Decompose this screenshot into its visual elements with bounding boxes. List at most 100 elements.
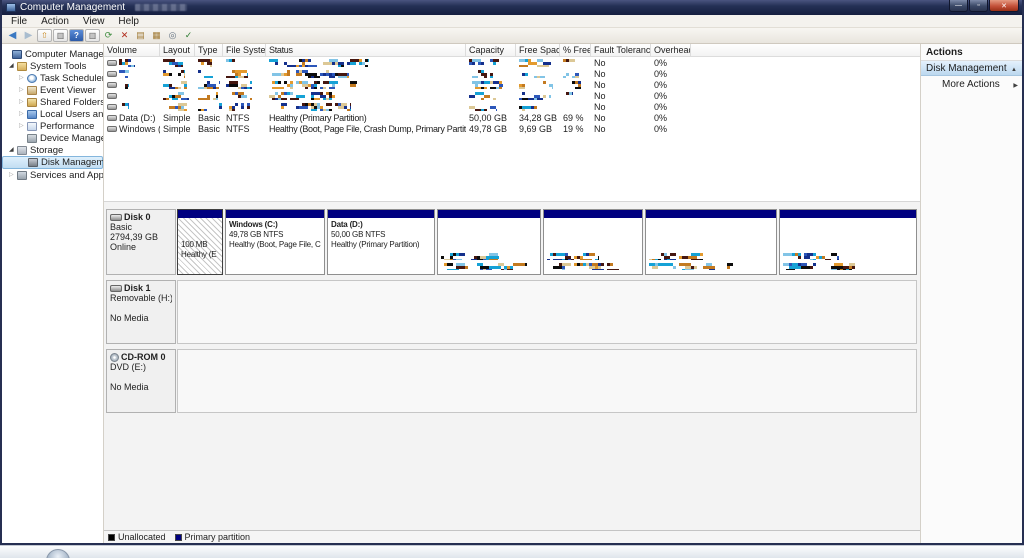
action-pane-toggle-icon[interactable]: ▥ — [85, 29, 100, 42]
percent-free-cell: 69 % — [563, 112, 584, 123]
redacted-pixels — [547, 263, 619, 270]
menu-item[interactable]: Help — [111, 16, 146, 27]
column-header[interactable]: Volume — [104, 44, 160, 56]
disk-name: Disk 0 — [124, 212, 151, 222]
disk-status: No Media — [110, 382, 149, 392]
more-actions-item[interactable]: More Actions — [921, 76, 1022, 93]
tree-expander-icon[interactable] — [19, 110, 27, 118]
layout-cell — [160, 91, 195, 100]
tree-item-shared-folders[interactable]: Shared Folders — [2, 96, 103, 108]
overhead-cell: 0% — [654, 57, 668, 68]
primary-partition-swatch — [174, 533, 182, 541]
percent-free-cell — [560, 91, 591, 100]
start-button[interactable] — [46, 549, 70, 558]
partition-name: Data (D:) — [331, 220, 363, 229]
disk-icon — [110, 284, 122, 292]
overhead-cell: 0% — [654, 79, 668, 90]
menu-item[interactable]: File — [4, 16, 34, 27]
volume-row[interactable]: No 0% — [104, 68, 920, 79]
tree-item-task-scheduler[interactable]: Task Scheduler — [2, 72, 103, 84]
column-header[interactable]: Type — [195, 44, 223, 56]
partition-name — [783, 220, 913, 230]
volume-row[interactable]: No 0% — [104, 90, 920, 101]
console-tree-toggle-icon[interactable]: ▥ — [53, 29, 68, 42]
redacted-pixels — [469, 103, 497, 111]
delete-icon[interactable]: ✕ — [117, 29, 132, 42]
open-folder-icon[interactable]: ▦ — [149, 29, 164, 42]
tree-item-device-manager[interactable]: Device Manager — [2, 132, 103, 144]
disk-label[interactable]: CD-ROM 0 DVD (E:) No Media — [106, 349, 176, 413]
disk-label[interactable]: Disk 0 Basic 2794,39 GB Online — [106, 209, 176, 275]
volume-name: Windows (C:) — [119, 123, 160, 134]
minimize-button[interactable]: — — [949, 0, 968, 12]
tree-expander-icon[interactable] — [9, 146, 17, 154]
redacted-pixels — [519, 103, 545, 111]
collapse-icon[interactable] — [1011, 63, 1017, 74]
volume-row[interactable]: No 0% — [104, 101, 920, 112]
column-header[interactable]: Fault Tolerance — [591, 44, 651, 56]
column-header[interactable]: Capacity — [466, 44, 516, 56]
tree-item-local-users-and-groups[interactable]: Local Users and Gr — [2, 108, 103, 120]
volume-icon — [107, 103, 117, 110]
disk-label[interactable]: Disk 1 Removable (H:) No Media — [106, 280, 176, 344]
column-header[interactable]: Overhead — [651, 44, 691, 56]
redacted-pixels — [269, 69, 349, 78]
column-header[interactable]: % Free — [560, 44, 591, 56]
submenu-arrow-icon[interactable] — [1013, 79, 1018, 90]
tree-expander-icon[interactable] — [9, 62, 17, 70]
computer-management-icon — [6, 3, 16, 12]
restore-button[interactable]: ▫ — [969, 0, 988, 12]
apply-icon[interactable]: ✓ — [181, 29, 196, 42]
actions-group-disk-management[interactable]: Disk Management — [921, 61, 1022, 76]
tree-expander-icon[interactable] — [19, 86, 27, 94]
back-icon[interactable]: ◀ — [5, 29, 20, 42]
tree-expander-icon[interactable] — [19, 74, 27, 82]
redacted-pixels — [226, 80, 252, 89]
system-tools-icon — [17, 61, 27, 71]
partition[interactable]: Data (D:) 50,00 GB NTFS Healthy (Primary… — [327, 209, 435, 275]
volume-row[interactable]: Data (D:) Simple Basic NTFS Healthy (Pri… — [104, 112, 920, 123]
partition[interactable] — [437, 209, 541, 275]
partition[interactable]: Windows (C:) 49,78 GB NTFS Healthy (Boot… — [225, 209, 325, 275]
export-list-icon[interactable]: ⇧ — [37, 29, 52, 42]
help-icon[interactable]: ? — [69, 29, 84, 42]
overhead-cell: 0% — [654, 68, 668, 79]
tree-expander-icon[interactable] — [19, 98, 27, 106]
volume-row[interactable]: No 0% — [104, 79, 920, 90]
column-header[interactable]: Layout — [160, 44, 195, 56]
device-manager-icon — [27, 133, 37, 143]
volume-cell — [104, 81, 160, 89]
properties-icon[interactable]: ▤ — [133, 29, 148, 42]
redacted-pixels — [563, 91, 573, 100]
volume-row[interactable]: No 0% — [104, 57, 920, 68]
file-system-cell — [223, 80, 266, 89]
column-header[interactable]: File System — [223, 44, 266, 56]
fault-tolerance-cell: No — [594, 68, 606, 79]
partition[interactable] — [645, 209, 777, 275]
refresh-icon[interactable]: ⟳ — [101, 29, 116, 42]
tree-item-event-viewer[interactable]: Event Viewer — [2, 84, 103, 96]
column-header[interactable]: Status — [266, 44, 466, 56]
find-icon[interactable]: ◎ — [165, 29, 180, 42]
volume-row[interactable]: Windows (C:) Simple Basic — [104, 123, 920, 134]
close-button[interactable]: ✕ — [989, 0, 1019, 12]
tree-item-performance[interactable]: Performance — [2, 120, 103, 132]
partition[interactable] — [779, 209, 917, 275]
overhead-cell: 0% — [654, 101, 668, 112]
tree-expander-icon[interactable] — [9, 171, 17, 179]
column-header[interactable]: Free Space — [516, 44, 560, 56]
partition[interactable]: 100 MB Healthy (E — [177, 209, 223, 275]
tree-item-storage[interactable]: Storage — [2, 144, 103, 156]
tree-item-computer-management[interactable]: Computer Management — [2, 48, 103, 60]
redacted-pixels — [226, 58, 236, 67]
partition[interactable] — [543, 209, 643, 275]
menu-item[interactable]: Action — [34, 16, 76, 27]
tree-item-disk-management[interactable]: Disk Management — [2, 156, 103, 169]
menu-item[interactable]: View — [76, 16, 112, 27]
forward-icon[interactable]: ▶ — [21, 29, 36, 42]
tree-item-system-tools[interactable]: System Tools — [2, 60, 103, 72]
legend-bar: Unallocated Primary partition — [104, 530, 920, 543]
tree-expander-icon[interactable] — [19, 122, 27, 130]
redacted-pixels — [119, 81, 129, 89]
tree-item-services-and-applications[interactable]: Services and Applicat — [2, 169, 103, 181]
